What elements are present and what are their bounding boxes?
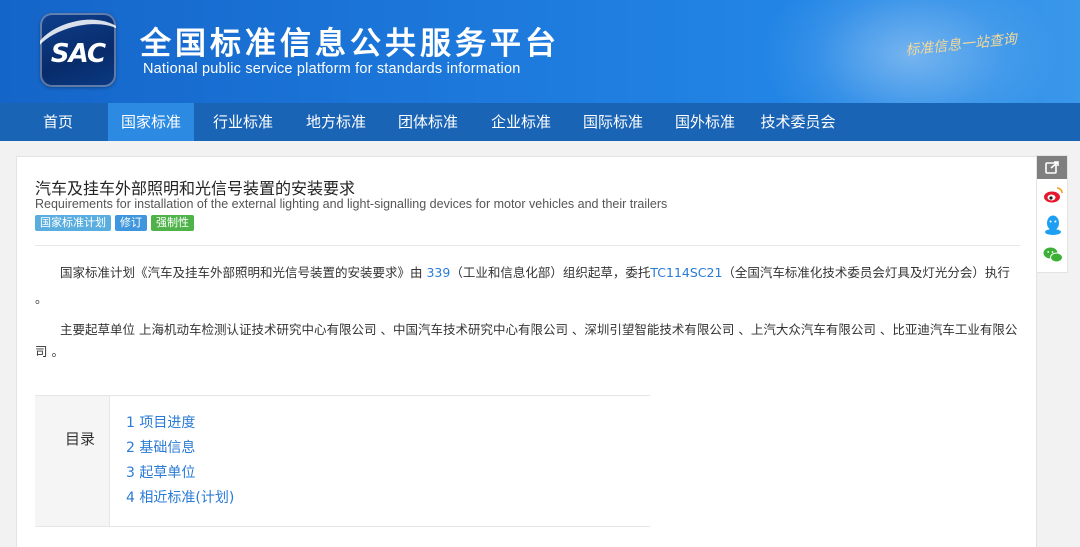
share-icon <box>1045 161 1059 174</box>
para1-end: 。 <box>35 291 48 306</box>
toc-item-basic-info[interactable]: 2 基础信息 <box>126 437 195 457</box>
badge-plan: 国家标准计划 <box>35 215 111 231</box>
qq-icon[interactable] <box>1041 213 1065 237</box>
drafting-units-line2: 司 。 <box>35 344 64 359</box>
site-header: SAC 全国标准信息公共服务平台 National public service… <box>0 0 1080 103</box>
toc-item-progress[interactable]: 1 项目进度 <box>126 412 195 432</box>
nav-item-international[interactable]: 国际标准 <box>570 103 656 141</box>
wechat-icon[interactable] <box>1041 243 1065 267</box>
nav-item-enterprise[interactable]: 企业标准 <box>478 103 564 141</box>
main-nav: 首页 国家标准 行业标准 地方标准 团体标准 企业标准 国际标准 国外标准 技术… <box>0 103 1080 141</box>
para1-suffix: （全国汽车标准化技术委员会灯具及灯光分会）执行 <box>722 265 1010 280</box>
logo-text: SAC <box>50 39 106 69</box>
para1-prefix: 国家标准计划《汽车及挂车外部照明和光信号装置的安装要求》由 <box>60 265 427 280</box>
org-code-link[interactable]: 339 <box>426 265 450 280</box>
status-badges: 国家标准计划 修订 强制性 <box>35 215 194 231</box>
nav-item-national[interactable]: 国家标准 <box>108 103 194 141</box>
standard-detail-card: 汽车及挂车外部照明和光信号装置的安装要求 Requirements for in… <box>16 156 1037 547</box>
standard-title-en: Requirements for installation of the ext… <box>35 197 668 211</box>
tc-code-link[interactable]: TC114SC21 <box>650 265 722 280</box>
weibo-icon[interactable] <box>1041 183 1065 207</box>
standard-title-cn: 汽车及挂车外部照明和光信号装置的安装要求 <box>35 179 356 198</box>
toc-item-drafting-units[interactable]: 3 起草单位 <box>126 462 195 482</box>
badge-mandatory: 强制性 <box>151 215 194 231</box>
nav-item-foreign[interactable]: 国外标准 <box>662 103 748 141</box>
nav-item-industry[interactable]: 行业标准 <box>200 103 286 141</box>
site-title[interactable]: 全国标准信息公共服务平台 <box>140 18 560 63</box>
toc-sidebar: 目录 <box>35 396 110 526</box>
table-of-contents: 目录 1 项目进度 2 基础信息 3 起草单位 4 相近标准(计划) <box>35 395 650 527</box>
share-button[interactable] <box>1037 156 1067 179</box>
nav-item-committee[interactable]: 技术委员会 <box>752 103 844 141</box>
site-subtitle: National public service platform for sta… <box>143 61 521 77</box>
sac-logo[interactable]: SAC <box>40 13 116 87</box>
nav-item-home[interactable]: 首页 <box>30 103 86 141</box>
share-bar <box>1036 155 1068 273</box>
plan-description: 国家标准计划《汽车及挂车外部照明和光信号装置的安装要求》由 339（工业和信息化… <box>35 260 1020 286</box>
header-divider <box>35 245 1020 246</box>
para1-mid: （工业和信息化部）组织起草，委托 <box>450 265 651 280</box>
nav-item-group[interactable]: 团体标准 <box>385 103 471 141</box>
badge-revision: 修订 <box>115 215 147 231</box>
nav-item-local[interactable]: 地方标准 <box>293 103 379 141</box>
toc-label: 目录 <box>65 430 96 448</box>
toc-item-similar-standards[interactable]: 4 相近标准(计划) <box>126 487 234 507</box>
